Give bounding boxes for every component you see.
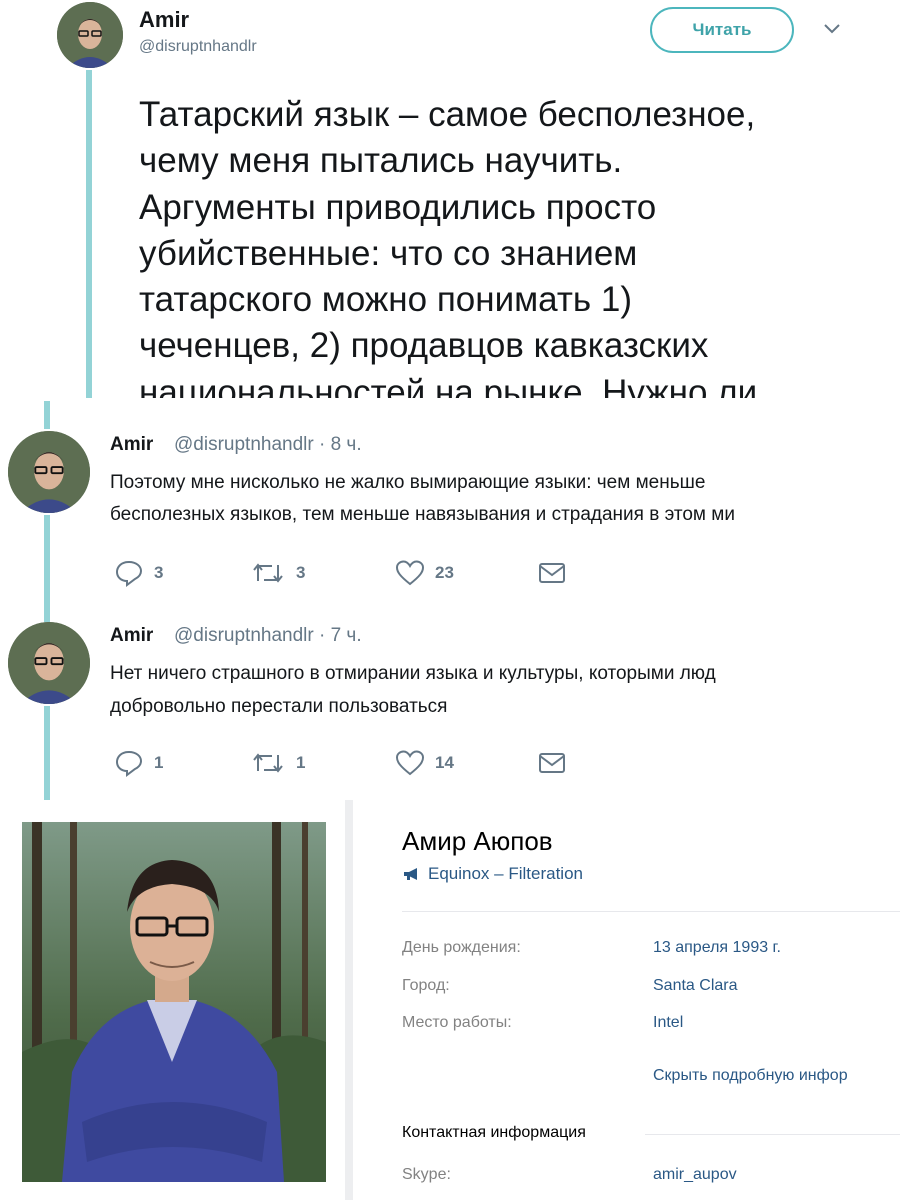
tweet-text-line-1: Поэтому мне нисколько не жалко вымирающи… xyxy=(110,472,706,493)
envelope-icon xyxy=(539,563,565,583)
main-tweet: Amir @disruptnhandlr Читать Татарский яз… xyxy=(0,0,900,398)
thread-line xyxy=(44,401,50,429)
author-name[interactable]: Amir xyxy=(110,625,153,647)
divider xyxy=(402,911,900,912)
heart-icon xyxy=(395,750,425,776)
thread-line xyxy=(44,706,50,800)
envelope-icon xyxy=(539,753,565,773)
status-text[interactable]: Equinox – Filteration xyxy=(428,864,583,884)
tweet-meta[interactable]: @disruptnhandlr · 7 ч. xyxy=(174,625,362,647)
tweet-text-line-1: Нет ничего страшного в отмирании языка и… xyxy=(110,663,716,684)
retweet-icon xyxy=(253,753,283,773)
reply-tweet: Amir @disruptnhandlr · 7 ч. Нет ничего с… xyxy=(0,598,900,800)
thread-line xyxy=(44,515,50,598)
profile-status[interactable]: Equinox – Filteration xyxy=(402,864,583,884)
thread-line xyxy=(44,598,50,622)
retweet-count: 3 xyxy=(296,563,306,582)
like-count: 14 xyxy=(435,753,454,772)
profile-photo[interactable] xyxy=(22,822,326,1182)
reply-icon xyxy=(115,560,143,587)
hide-details-link[interactable]: Скрыть подробную инфор xyxy=(653,1067,900,1085)
tweet-text: Татарский язык – самое бесполезное, чему… xyxy=(139,95,758,398)
author-handle[interactable]: @disruptnhandlr xyxy=(139,38,257,56)
reply-count: 3 xyxy=(154,563,164,582)
retweet-button[interactable]: 3 xyxy=(250,559,305,587)
author-avatar[interactable] xyxy=(8,622,90,704)
megaphone-icon xyxy=(404,868,417,880)
chevron-down-icon[interactable] xyxy=(822,22,842,36)
retweet-count: 1 xyxy=(296,753,306,772)
retweet-button[interactable]: 1 xyxy=(250,749,305,777)
author-name[interactable]: Amir xyxy=(110,434,153,456)
tweet-text-line-2: бесполезных языков, тем меньше навязыван… xyxy=(110,504,735,525)
tweet-text-line-2: добровольно перестали пользоваться xyxy=(110,696,448,717)
like-button[interactable]: 23 xyxy=(395,559,454,587)
reply-tweet: Amir @disruptnhandlr · 8 ч. Поэтому мне … xyxy=(0,401,900,598)
column-divider xyxy=(345,800,353,1200)
reply-button[interactable]: 1 xyxy=(114,749,163,777)
like-count: 23 xyxy=(435,563,454,582)
author-avatar[interactable] xyxy=(8,431,90,513)
contact-section-title: Контактная информация xyxy=(402,1124,586,1141)
retweet-icon xyxy=(253,563,283,583)
field-label-work: Место работы: xyxy=(402,1014,512,1031)
author-avatar[interactable] xyxy=(57,2,123,68)
author-name[interactable]: Amir xyxy=(139,7,189,33)
field-label-skype: Skype: xyxy=(402,1166,451,1183)
profile-name: Амир Аюпов xyxy=(402,826,553,856)
tweet-meta[interactable]: @disruptnhandlr · 8 ч. xyxy=(174,434,362,456)
divider xyxy=(645,1134,900,1135)
reply-count: 1 xyxy=(154,753,164,772)
message-button[interactable] xyxy=(538,561,566,585)
field-label-city: Город: xyxy=(402,977,450,994)
like-button[interactable]: 14 xyxy=(395,749,454,777)
field-value-birthday[interactable]: 13 апреля 1993 г. xyxy=(653,939,781,957)
heart-icon xyxy=(395,560,425,586)
follow-button[interactable]: Читать xyxy=(650,7,794,53)
reply-button[interactable]: 3 xyxy=(114,559,163,587)
field-value-work[interactable]: Intel xyxy=(653,1014,683,1032)
thread-line xyxy=(86,70,92,398)
message-button[interactable] xyxy=(538,751,566,775)
field-value-city[interactable]: Santa Clara xyxy=(653,977,738,995)
field-label-birthday: День рождения: xyxy=(402,939,521,956)
reply-icon xyxy=(115,750,143,777)
field-value-skype[interactable]: amir_aupov xyxy=(653,1166,737,1184)
